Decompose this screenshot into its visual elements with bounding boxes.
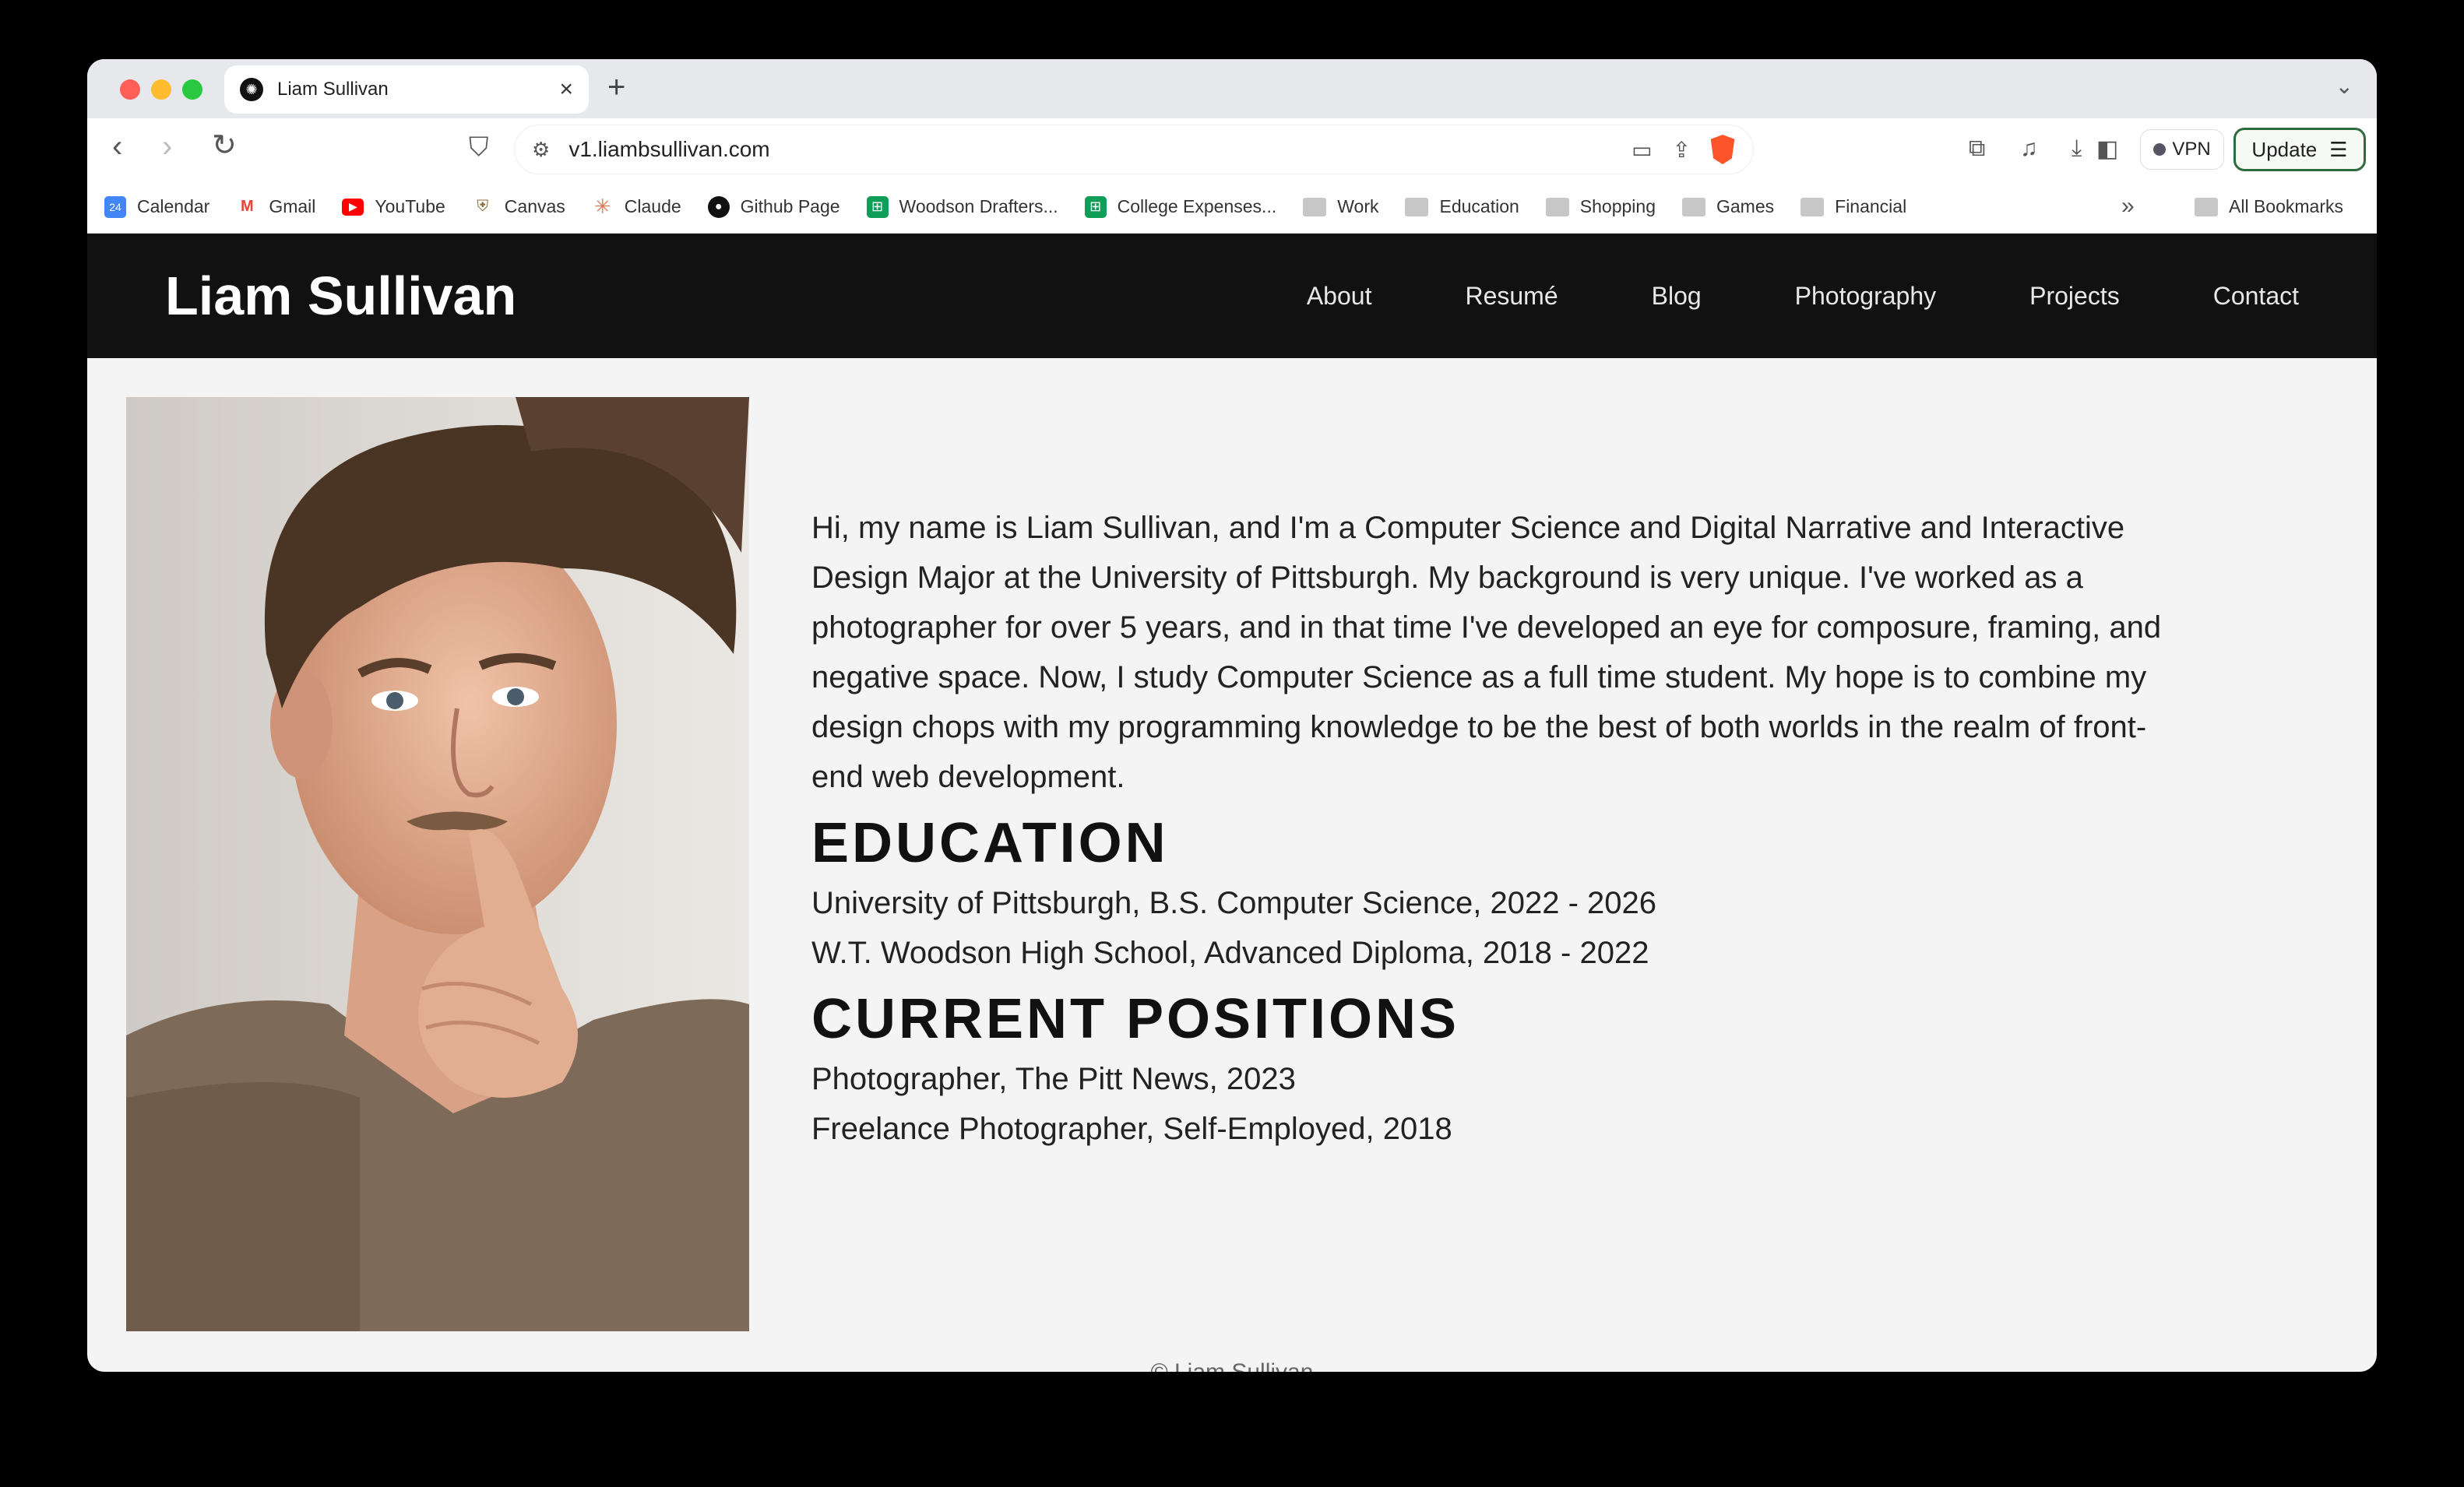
site-header: Liam Sullivan About Resumé Blog Photogra… bbox=[87, 234, 2377, 358]
footer-text: © Liam Sullivan bbox=[87, 1359, 2377, 1372]
bookmark-label: Woodson Drafters... bbox=[899, 196, 1058, 216]
brave-shields-icon[interactable] bbox=[1710, 135, 1735, 164]
bookmark-gmail[interactable]: M Gmail bbox=[236, 196, 315, 218]
nav-link-resume[interactable]: Resumé bbox=[1418, 282, 1604, 311]
tab-strip: ✺ Liam Sullivan × + ⌄ bbox=[87, 59, 2377, 118]
new-tab-button[interactable]: + bbox=[607, 70, 625, 105]
update-button[interactable]: Update ☰ bbox=[2233, 128, 2366, 171]
cast-icon[interactable]: ▭ bbox=[1632, 137, 1652, 163]
profile-photo bbox=[126, 397, 749, 1331]
bookmark-folder-work[interactable]: Work bbox=[1303, 196, 1378, 217]
forward-button[interactable]: › bbox=[162, 131, 172, 162]
nav-link-about[interactable]: About bbox=[1260, 282, 1419, 311]
nav-link-contact[interactable]: Contact bbox=[2167, 282, 2377, 311]
nav-link-photography[interactable]: Photography bbox=[1748, 282, 1983, 311]
site-title[interactable]: Liam Sullivan bbox=[165, 265, 516, 327]
extensions-icon[interactable]: ⧉ bbox=[1969, 135, 1985, 162]
bookmark-label: Github Page bbox=[740, 196, 840, 216]
position-item: Freelance Photographer, Self-Employed, 2… bbox=[811, 1112, 1452, 1146]
bookmark-label: Work bbox=[1337, 196, 1379, 216]
bookmark-woodson-drafters[interactable]: ⊞ Woodson Drafters... bbox=[866, 195, 1058, 218]
bookmark-label: Games bbox=[1716, 196, 1775, 216]
site-settings-icon[interactable]: ⚙ bbox=[532, 138, 550, 162]
tab-active[interactable]: ✺ Liam Sullivan × bbox=[224, 65, 589, 114]
folder-icon bbox=[2195, 197, 2218, 216]
bookmark-label: YouTube bbox=[375, 196, 445, 216]
folder-icon bbox=[1800, 197, 1825, 216]
nav-link-projects[interactable]: Projects bbox=[1983, 282, 2167, 311]
bookmark-github[interactable]: ● Github Page bbox=[707, 195, 840, 218]
education-heading: EDUCATION bbox=[811, 812, 1169, 874]
bookmark-college-expenses[interactable]: ⊞ College Expenses... bbox=[1084, 195, 1277, 218]
bookmark-label: Canvas bbox=[504, 196, 565, 216]
site-nav: About Resumé Blog Photography Projects C… bbox=[1260, 234, 2377, 358]
sheets-icon: ⊞ bbox=[866, 195, 889, 218]
portrait-illustration bbox=[126, 397, 749, 1331]
back-button[interactable]: ‹ bbox=[112, 131, 122, 162]
vpn-button[interactable]: VPN bbox=[2140, 129, 2224, 170]
share-icon[interactable]: ⇪ bbox=[1673, 137, 1691, 163]
close-icon[interactable]: × bbox=[559, 78, 573, 101]
address-bar[interactable]: ⚙ v1.liambsullivan.com ▭ ⇪ bbox=[514, 125, 1754, 174]
browser-toolbar: ‹ › ↻ ⛉ ⚙ v1.liambsullivan.com ▭ ⇪ ⧉ ♫ ⤓… bbox=[87, 118, 2377, 181]
bookmark-claude[interactable]: ✳ Claude bbox=[592, 195, 681, 218]
aperture-icon: ✺ bbox=[240, 78, 263, 101]
zoom-window-button[interactable] bbox=[182, 79, 202, 100]
education-item: University of Pittsburgh, B.S. Computer … bbox=[811, 886, 1656, 920]
bookmark-canvas[interactable]: ⛨ Canvas bbox=[472, 196, 565, 218]
bookmark-label: College Expenses... bbox=[1117, 196, 1277, 216]
bookmark-folder-education[interactable]: Education bbox=[1405, 196, 1519, 217]
sidebar-panel-icon[interactable]: ◧ bbox=[2096, 135, 2118, 163]
bookmark-page-icon[interactable]: ⛉ bbox=[469, 132, 489, 163]
reload-button[interactable]: ↻ bbox=[212, 131, 237, 160]
vpn-status-icon bbox=[2153, 143, 2167, 156]
youtube-icon: ▶ bbox=[342, 198, 364, 216]
chevron-down-icon[interactable]: ⌄ bbox=[2336, 73, 2353, 99]
bookmark-label: Shopping bbox=[1579, 196, 1656, 216]
nav-link-blog[interactable]: Blog bbox=[1605, 282, 1748, 311]
folder-icon bbox=[1545, 197, 1569, 216]
all-bookmarks-label: All Bookmarks bbox=[2229, 196, 2343, 216]
folder-icon bbox=[1405, 197, 1429, 216]
menu-icon: ☰ bbox=[2329, 137, 2348, 161]
bookmark-calendar[interactable]: 24 Calendar bbox=[104, 195, 210, 218]
more-bookmarks-icon[interactable]: » bbox=[2121, 193, 2135, 220]
bookmark-youtube[interactable]: ▶ YouTube bbox=[342, 196, 445, 217]
url-text[interactable]: v1.liambsullivan.com bbox=[568, 137, 1611, 162]
update-label: Update bbox=[2251, 137, 2318, 161]
bio-paragraph: Hi, my name is Liam Sullivan, and I'm a … bbox=[811, 511, 2162, 794]
bookmark-label: Claude bbox=[624, 196, 681, 216]
bookmark-folder-games[interactable]: Games bbox=[1682, 196, 1774, 217]
sheets-icon: ⊞ bbox=[1084, 195, 1107, 218]
positions-heading: CURRENT POSITIONS bbox=[811, 988, 1460, 1050]
main-content: Hi, my name is Liam Sullivan, and I'm a … bbox=[811, 503, 2182, 1154]
close-window-button[interactable] bbox=[120, 79, 140, 100]
tab-title: Liam Sullivan bbox=[277, 79, 389, 100]
browser-window: ✺ Liam Sullivan × + ⌄ ‹ › ↻ ⛉ ⚙ v1.liamb… bbox=[87, 59, 2377, 1372]
bookmarks-bar: 24 Calendar M Gmail ▶ YouTube ⛨ Canvas ✳… bbox=[87, 181, 2377, 234]
download-icon[interactable]: ⤓ bbox=[2072, 135, 2082, 162]
folder-icon bbox=[1303, 197, 1327, 216]
gmail-icon: M bbox=[241, 198, 254, 215]
minimize-window-button[interactable] bbox=[151, 79, 171, 100]
position-item: Photographer, The Pitt News, 2023 bbox=[811, 1062, 1296, 1096]
bookmark-label: Calendar bbox=[137, 196, 210, 216]
all-bookmarks-button[interactable]: All Bookmarks bbox=[2195, 196, 2343, 217]
vpn-label: VPN bbox=[2172, 139, 2211, 160]
media-icon[interactable]: ♫ bbox=[2020, 135, 2038, 162]
folder-icon bbox=[1682, 197, 1705, 216]
bookmark-folder-financial[interactable]: Financial bbox=[1800, 196, 1906, 217]
bookmark-label: Financial bbox=[1835, 196, 1907, 216]
education-item: W.T. Woodson High School, Advanced Diplo… bbox=[811, 936, 1649, 970]
bookmark-label: Gmail bbox=[269, 196, 316, 216]
canvas-icon: ⛨ bbox=[477, 198, 489, 215]
github-icon: ● bbox=[707, 195, 730, 218]
bookmark-folder-shopping[interactable]: Shopping bbox=[1545, 196, 1656, 217]
calendar-icon: 24 bbox=[104, 195, 126, 218]
claude-icon: ✳ bbox=[593, 195, 611, 218]
bookmark-label: Education bbox=[1439, 196, 1519, 216]
